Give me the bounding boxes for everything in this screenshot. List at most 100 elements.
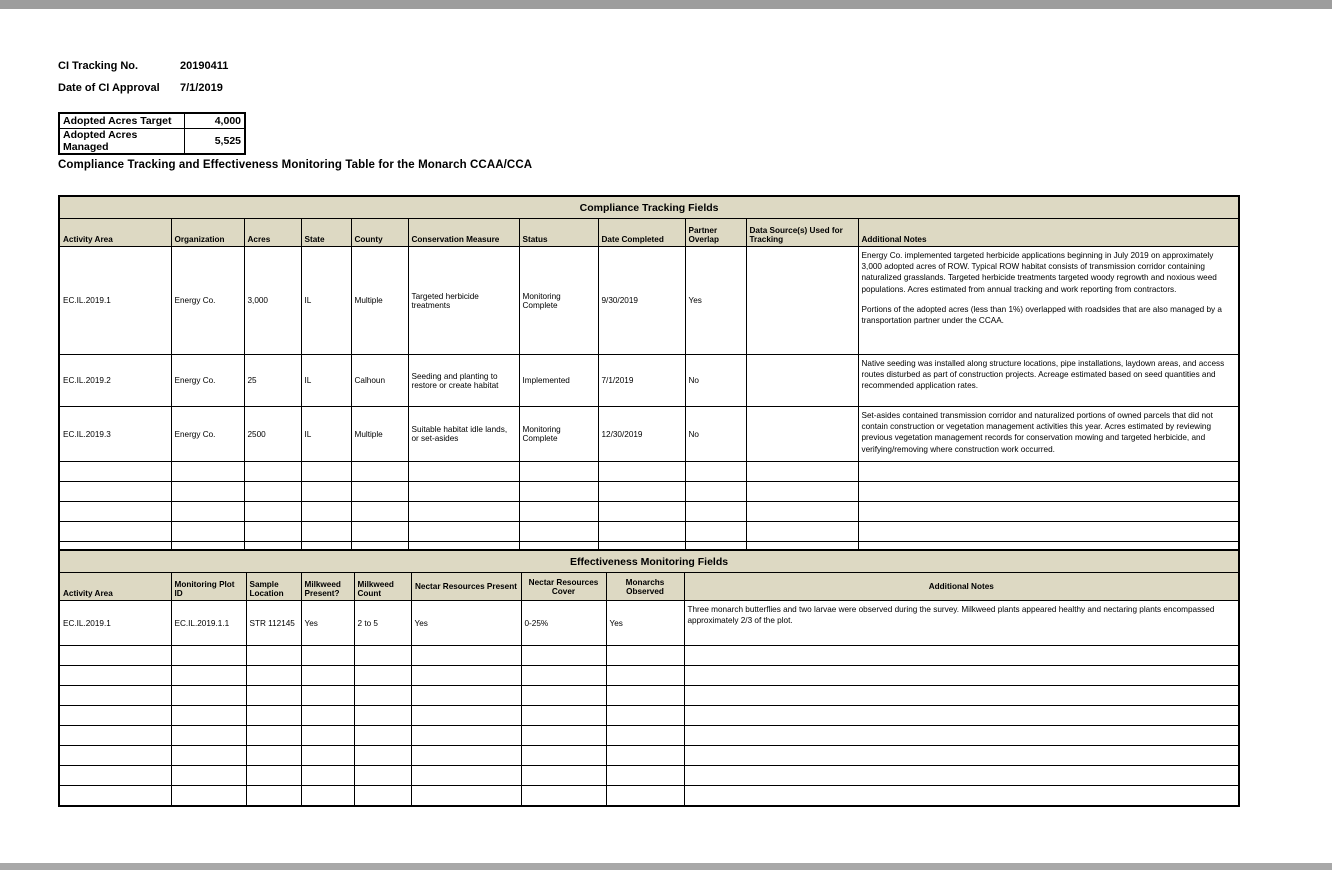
- empty-cell[interactable]: [58, 461, 172, 482]
- empty-cell[interactable]: [857, 521, 1240, 542]
- cell-monarchs-observed[interactable]: Yes: [605, 600, 685, 646]
- empty-cell[interactable]: [300, 461, 352, 482]
- empty-cell[interactable]: [683, 785, 1240, 807]
- empty-cell[interactable]: [245, 765, 302, 786]
- empty-cell[interactable]: [350, 501, 409, 522]
- empty-cell[interactable]: [243, 521, 302, 542]
- empty-cell[interactable]: [245, 725, 302, 746]
- empty-cell[interactable]: [407, 461, 520, 482]
- empty-cell[interactable]: [683, 765, 1240, 786]
- empty-cell[interactable]: [300, 645, 355, 666]
- empty-cell[interactable]: [300, 745, 355, 766]
- empty-cell[interactable]: [683, 685, 1240, 706]
- empty-cell[interactable]: [520, 725, 607, 746]
- empty-cell[interactable]: [520, 685, 607, 706]
- empty-cell[interactable]: [58, 521, 172, 542]
- cell-acres[interactable]: 2500: [243, 406, 302, 462]
- empty-cell[interactable]: [410, 765, 522, 786]
- empty-cell[interactable]: [520, 765, 607, 786]
- empty-cell[interactable]: [605, 745, 685, 766]
- empty-cell[interactable]: [683, 665, 1240, 686]
- empty-cell[interactable]: [58, 785, 172, 807]
- cell-county[interactable]: Calhoun: [350, 354, 409, 407]
- cell-date-completed[interactable]: 9/30/2019: [597, 246, 686, 355]
- cell-activity-area[interactable]: EC.IL.2019.2: [58, 354, 172, 407]
- empty-cell[interactable]: [300, 765, 355, 786]
- empty-cell[interactable]: [170, 645, 247, 666]
- empty-cell[interactable]: [300, 481, 352, 502]
- empty-cell[interactable]: [353, 745, 412, 766]
- empty-cell[interactable]: [410, 725, 522, 746]
- empty-cell[interactable]: [605, 705, 685, 726]
- cell-conservation-measure[interactable]: Seeding and planting to restore or creat…: [407, 354, 520, 407]
- cell-status[interactable]: Implemented: [518, 354, 599, 407]
- empty-cell[interactable]: [170, 705, 247, 726]
- empty-cell[interactable]: [58, 501, 172, 522]
- empty-cell[interactable]: [245, 645, 302, 666]
- empty-cell[interactable]: [410, 785, 522, 807]
- empty-cell[interactable]: [170, 481, 245, 502]
- empty-cell[interactable]: [857, 481, 1240, 502]
- empty-cell[interactable]: [58, 745, 172, 766]
- empty-cell[interactable]: [170, 745, 247, 766]
- empty-cell[interactable]: [300, 521, 352, 542]
- empty-cell[interactable]: [683, 645, 1240, 666]
- empty-cell[interactable]: [684, 501, 747, 522]
- empty-cell[interactable]: [597, 461, 686, 482]
- empty-cell[interactable]: [410, 745, 522, 766]
- empty-cell[interactable]: [407, 501, 520, 522]
- empty-cell[interactable]: [245, 665, 302, 686]
- empty-cell[interactable]: [518, 521, 599, 542]
- empty-cell[interactable]: [353, 665, 412, 686]
- empty-cell[interactable]: [745, 501, 859, 522]
- empty-cell[interactable]: [353, 785, 412, 807]
- empty-cell[interactable]: [170, 765, 247, 786]
- empty-cell[interactable]: [520, 705, 607, 726]
- empty-cell[interactable]: [170, 501, 245, 522]
- empty-cell[interactable]: [683, 745, 1240, 766]
- empty-cell[interactable]: [605, 725, 685, 746]
- empty-cell[interactable]: [243, 461, 302, 482]
- empty-cell[interactable]: [410, 705, 522, 726]
- cell-partner-overlap[interactable]: Yes: [684, 246, 747, 355]
- empty-cell[interactable]: [300, 785, 355, 807]
- empty-cell[interactable]: [597, 521, 686, 542]
- cell-acres[interactable]: 3,000: [243, 246, 302, 355]
- empty-cell[interactable]: [605, 685, 685, 706]
- cell-data-source[interactable]: [745, 354, 859, 407]
- cell-additional-notes[interactable]: Three monarch butterflies and two larvae…: [683, 600, 1240, 646]
- cell-sample-location[interactable]: STR 112145: [245, 600, 302, 646]
- empty-cell[interactable]: [684, 481, 747, 502]
- empty-cell[interactable]: [410, 645, 522, 666]
- cell-nectar-resources-cover[interactable]: 0-25%: [520, 600, 607, 646]
- empty-cell[interactable]: [300, 725, 355, 746]
- empty-cell[interactable]: [300, 665, 355, 686]
- empty-cell[interactable]: [857, 501, 1240, 522]
- cell-date-completed[interactable]: 12/30/2019: [597, 406, 686, 462]
- empty-cell[interactable]: [170, 461, 245, 482]
- empty-cell[interactable]: [58, 765, 172, 786]
- empty-cell[interactable]: [518, 501, 599, 522]
- empty-cell[interactable]: [300, 501, 352, 522]
- empty-cell[interactable]: [857, 461, 1240, 482]
- cell-monitoring-plot-id[interactable]: EC.IL.2019.1.1: [170, 600, 247, 646]
- cell-date-completed[interactable]: 7/1/2019: [597, 354, 686, 407]
- cell-organization[interactable]: Energy Co.: [170, 354, 245, 407]
- cell-state[interactable]: IL: [300, 246, 352, 355]
- empty-cell[interactable]: [58, 481, 172, 502]
- empty-cell[interactable]: [684, 461, 747, 482]
- cell-conservation-measure[interactable]: Suitable habitat idle lands, or set-asid…: [407, 406, 520, 462]
- empty-cell[interactable]: [684, 521, 747, 542]
- empty-cell[interactable]: [58, 665, 172, 686]
- empty-cell[interactable]: [170, 685, 247, 706]
- empty-cell[interactable]: [350, 461, 409, 482]
- cell-organization[interactable]: Energy Co.: [170, 406, 245, 462]
- empty-cell[interactable]: [353, 765, 412, 786]
- empty-cell[interactable]: [245, 685, 302, 706]
- cell-partner-overlap[interactable]: No: [684, 406, 747, 462]
- empty-cell[interactable]: [518, 461, 599, 482]
- cell-activity-area[interactable]: EC.IL.2019.1: [58, 246, 172, 355]
- cell-activity-area[interactable]: EC.IL.2019.3: [58, 406, 172, 462]
- empty-cell[interactable]: [520, 665, 607, 686]
- empty-cell[interactable]: [58, 645, 172, 666]
